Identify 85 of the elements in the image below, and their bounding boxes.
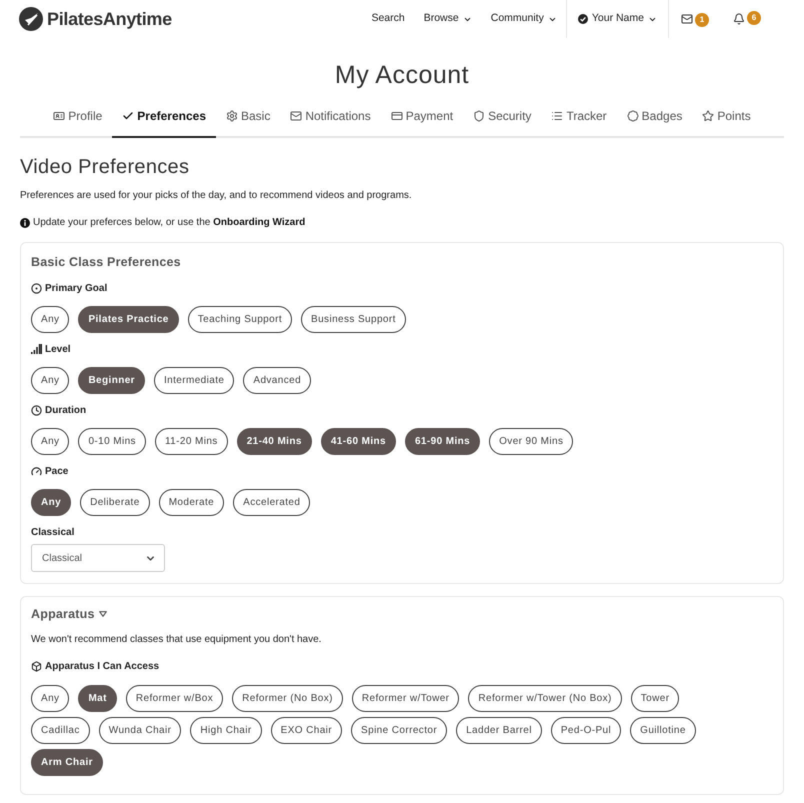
option-chip[interactable]: Any <box>31 306 70 333</box>
group-label: Pace <box>45 464 68 478</box>
option-chip[interactable]: High Chair <box>190 717 262 744</box>
tab[interactable]: Points <box>692 95 761 138</box>
nav-link[interactable]: Community <box>490 11 557 27</box>
user-menu-button[interactable]: Your Name <box>578 11 657 27</box>
tab[interactable]: Tracker <box>541 95 617 138</box>
onboarding-wizard-link[interactable]: Onboarding Wizard <box>213 217 306 228</box>
update-note: Update your preferces below, or use the Onboarding Wizard <box>33 216 306 230</box>
card-title: Basic Class Preferences <box>31 254 182 271</box>
check-icon <box>122 110 134 122</box>
option-chip[interactable]: Reformer w/Box <box>126 685 224 712</box>
option-chip[interactable]: Any <box>31 367 70 394</box>
classical-select[interactable]: Classical <box>31 544 165 572</box>
target-icon <box>31 282 42 294</box>
group-label: Primary Goal <box>45 282 108 296</box>
gauge-icon <box>31 466 42 476</box>
option-chip[interactable]: 11-20 Mins <box>154 428 228 455</box>
clock-icon <box>31 404 42 416</box>
option-chip[interactable]: Mat <box>78 685 117 712</box>
option-chip[interactable]: Any <box>31 428 70 455</box>
option-chip[interactable]: Deliberate <box>80 489 150 516</box>
star-icon <box>702 110 714 122</box>
page-title: My Account <box>334 60 470 91</box>
option-chip[interactable]: Ladder Barrel <box>456 717 542 744</box>
option-chip[interactable]: Reformer w/Tower (No Box) <box>468 685 622 712</box>
option-chip[interactable]: Beginner <box>78 367 145 394</box>
option-chip[interactable]: Spine Corrector <box>351 717 448 744</box>
tab[interactable]: Security <box>463 95 542 138</box>
tab[interactable]: Basic <box>216 95 280 138</box>
caret-down-icon[interactable] <box>98 611 107 617</box>
option-chip[interactable]: 0-10 Mins <box>78 428 146 455</box>
option-chip[interactable]: 21-40 Mins <box>236 428 312 455</box>
nav-link[interactable]: Browse <box>424 11 472 27</box>
count-badge: 6 <box>747 10 761 24</box>
check-circle-icon <box>578 14 588 24</box>
credit-card-icon <box>390 110 403 122</box>
info-icon <box>20 218 30 228</box>
option-chip[interactable]: 41-60 Mins <box>320 428 396 455</box>
gear-icon <box>226 110 238 122</box>
intro-text: Preferences are used for your picks of the day, and to recommend videos and programs. <box>20 189 413 203</box>
signal-bars-icon <box>31 344 42 354</box>
badge-icon <box>626 110 639 122</box>
option-chip[interactable]: Cadillac <box>31 717 90 744</box>
option-chip[interactable]: Reformer w/Tower <box>352 685 460 712</box>
tab[interactable]: Preferences <box>112 95 216 138</box>
option-chip[interactable]: Business Support <box>301 306 406 333</box>
cube-icon <box>31 660 42 672</box>
option-chip[interactable]: Pilates Practice <box>78 306 179 333</box>
option-chip[interactable]: Moderate <box>158 489 224 516</box>
apparatus-description: We won't recommend classes that use equipment you don't have. <box>31 633 322 647</box>
option-chip[interactable]: Teaching Support <box>188 306 292 333</box>
field-label: Classical <box>31 526 74 540</box>
brand-name[interactable]: PilatesAnytime <box>47 6 172 32</box>
option-chip[interactable]: Any <box>31 489 72 516</box>
option-chip[interactable]: 61-90 Mins <box>404 428 480 455</box>
tab[interactable]: Profile <box>43 95 112 138</box>
option-chip[interactable]: Any <box>31 685 70 712</box>
tab[interactable]: Payment <box>380 95 464 138</box>
option-chip[interactable]: Accelerated <box>233 489 310 516</box>
id-card-icon <box>53 110 66 122</box>
card-title: Apparatus <box>31 606 95 623</box>
option-chip[interactable]: Tower <box>630 685 680 712</box>
section-title: Video Preferences <box>20 155 190 180</box>
envelope-icon <box>290 110 302 122</box>
bell-icon <box>733 13 745 25</box>
group-label: Level <box>45 342 71 356</box>
shield-icon <box>473 110 486 122</box>
option-chip[interactable]: Intermediate <box>154 367 234 394</box>
option-chip[interactable]: Advanced <box>243 367 312 394</box>
option-chip[interactable]: Arm Chair <box>31 749 103 776</box>
option-chip[interactable]: Over 90 Mins <box>489 428 574 455</box>
option-chip[interactable]: Reformer (No Box) <box>232 685 343 712</box>
option-chip[interactable]: EXO Chair <box>270 717 342 744</box>
tab[interactable]: Badges <box>616 95 692 138</box>
option-chip[interactable]: Guillotine <box>630 717 696 744</box>
group-label: Apparatus I Can Access <box>45 660 160 674</box>
tab[interactable]: Notifications <box>280 95 381 138</box>
envelope-icon <box>681 13 693 25</box>
logo-icon[interactable] <box>19 7 43 31</box>
option-chip[interactable]: Ped-O-Pul <box>550 717 622 744</box>
group-label: Duration <box>45 404 86 418</box>
count-badge: 1 <box>695 12 709 26</box>
nav-link[interactable]: Search <box>371 11 405 27</box>
option-chip[interactable]: Wunda Chair <box>98 717 182 744</box>
